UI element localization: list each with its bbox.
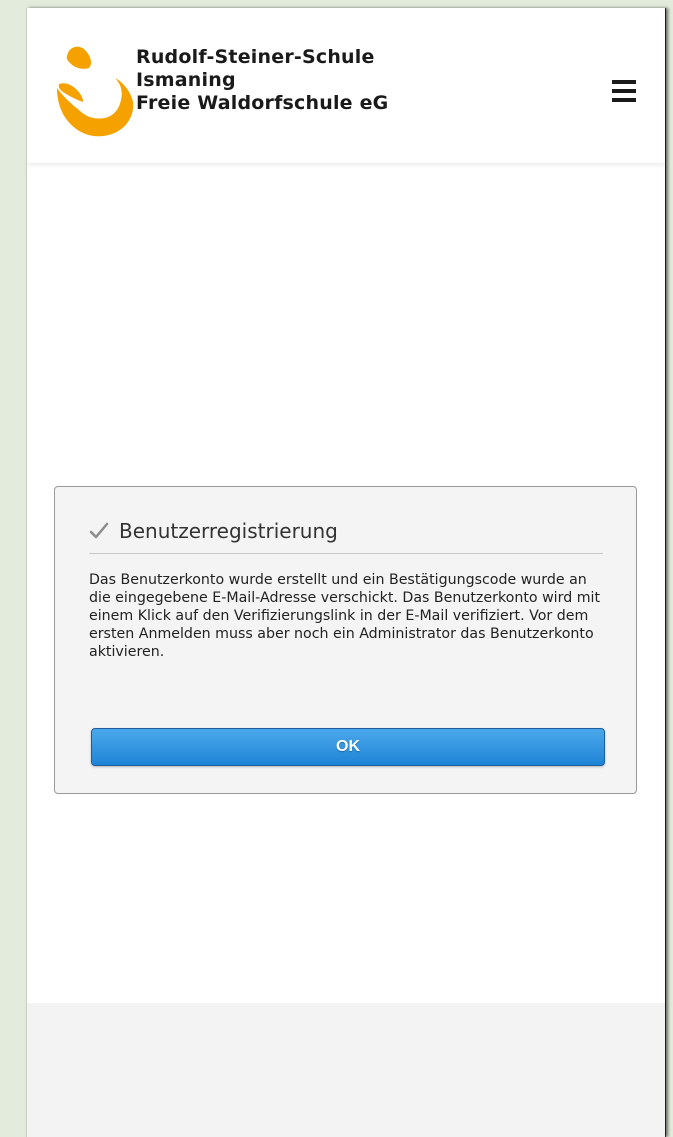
app-viewport: Rudolf-Steiner-Schule Ismaning Freie Wal… — [26, 8, 665, 1137]
school-name-line-3: Freie Waldorfschule eG — [136, 92, 389, 114]
ok-button[interactable]: OK — [91, 728, 605, 766]
footer-area — [27, 1003, 665, 1137]
school-name: Rudolf-Steiner-Schule Ismaning Freie Wal… — [136, 46, 388, 115]
school-name-line-1: Rudolf-Steiner-Schule — [136, 46, 375, 68]
dialog-header: Benutzerregistrierung — [89, 517, 603, 554]
hamburger-menu-icon[interactable] — [612, 80, 636, 102]
dialog-message: Das Benutzerkonto wurde erstellt und ein… — [89, 572, 601, 660]
page-header: Rudolf-Steiner-Schule Ismaning Freie Wal… — [27, 8, 665, 163]
registration-dialog: Benutzerregistrierung Das Benutzerkonto … — [54, 486, 637, 794]
school-logo-icon[interactable] — [53, 38, 137, 138]
school-name-line-2: Ismaning — [136, 69, 236, 91]
checkmark-icon — [89, 522, 109, 539]
dialog-title: Benutzerregistrierung — [119, 519, 338, 543]
